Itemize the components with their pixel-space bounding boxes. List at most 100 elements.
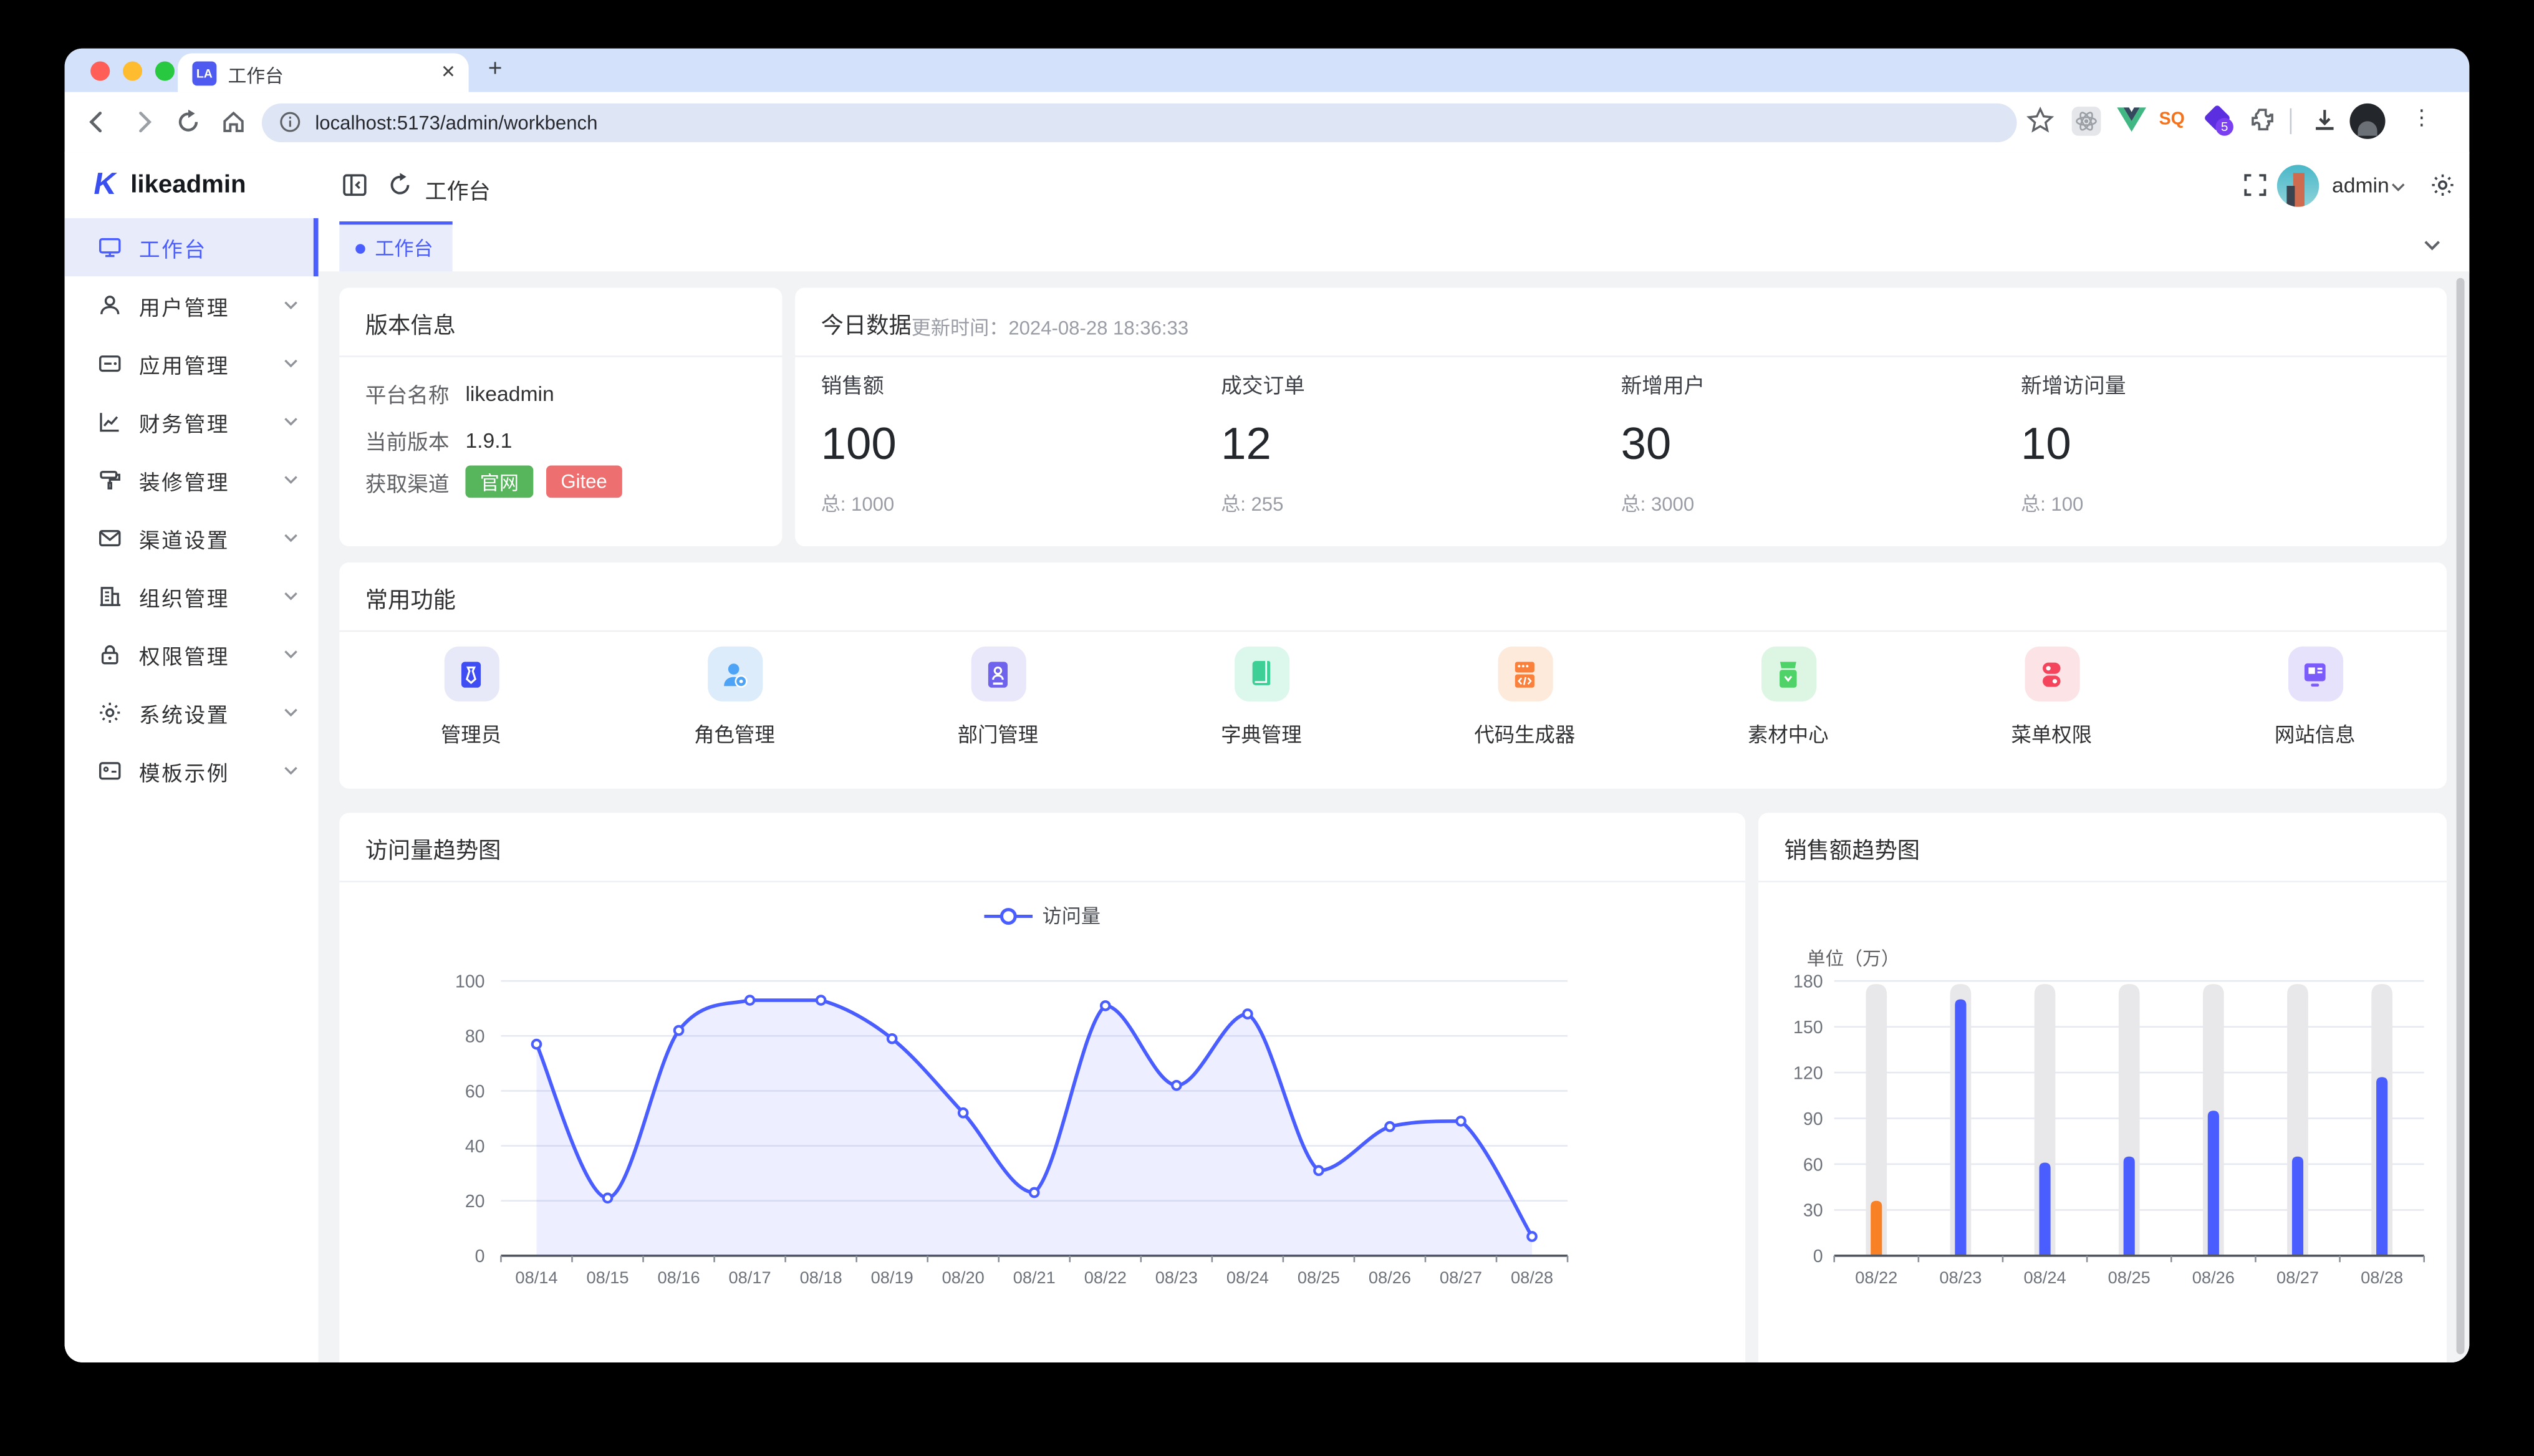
collapse-sidebar-icon[interactable] (341, 171, 369, 199)
app-logo[interactable]: K likeadmin (65, 152, 319, 218)
sidebar-item-finance[interactable]: 财务管理 (65, 393, 319, 451)
minimize-window-button[interactable] (123, 60, 142, 80)
user-avatar[interactable] (2277, 165, 2319, 206)
vue-devtools-icon[interactable] (2117, 107, 2146, 134)
download-icon[interactable] (2311, 107, 2338, 134)
chevron-down-icon (283, 414, 299, 430)
reload-icon[interactable] (175, 108, 202, 136)
sidebar-item-channels[interactable]: 渠道设置 (65, 509, 319, 567)
sidebar-menu: 工作台 用户管理 应用管理 财务管理 (65, 218, 319, 800)
sidebar-item-label: 装修管理 (139, 465, 229, 495)
today-card-title: 今日数据 (821, 309, 912, 341)
svg-text:08/21: 08/21 (1013, 1268, 1056, 1287)
settings-gear-icon[interactable] (2429, 171, 2456, 199)
sidebar-item-decoration[interactable]: 装修管理 (65, 451, 319, 509)
close-tab-icon[interactable]: ✕ (441, 61, 456, 82)
version-card-title: 版本信息 (365, 309, 456, 341)
svg-text:08/26: 08/26 (2192, 1268, 2235, 1287)
svg-text:08/27: 08/27 (2276, 1268, 2319, 1287)
svg-text:08/25: 08/25 (1298, 1268, 1340, 1287)
stat-label: 销售额 (821, 369, 1221, 399)
fullscreen-icon[interactable] (2242, 171, 2269, 199)
visits-card-title: 访问量趋势图 (365, 834, 501, 866)
stat-label: 新增用户 (1621, 369, 2021, 399)
site-info-icon[interactable] (279, 111, 301, 132)
quick-action-label: 角色管理 (694, 718, 775, 748)
stat-value: 30 (1621, 418, 2021, 470)
quick-action-dictionary[interactable]: 字典管理 (1130, 647, 1393, 748)
tabbar-chevron-down-icon[interactable] (2422, 236, 2442, 255)
monitor-icon (97, 234, 123, 260)
menu-dots-icon[interactable]: ⋮ (2411, 105, 2432, 130)
new-tab-button[interactable]: + (488, 55, 503, 82)
stat-new-users: 新增用户 30 总: 3000 (1621, 369, 2021, 517)
username[interactable]: admin (2332, 173, 2389, 197)
svg-text:08/28: 08/28 (2361, 1268, 2403, 1287)
quick-action-materials[interactable]: 素材中心 (1657, 647, 1920, 748)
quick-action-departments[interactable]: 部门管理 (866, 647, 1129, 748)
svg-text:08/27: 08/27 (1440, 1268, 1482, 1287)
main-area: 工作台 admin 工作台 (319, 152, 2470, 1362)
sidebar-item-label: 财务管理 (139, 407, 229, 437)
quick-action-menu-permissions[interactable]: 菜单权限 (1920, 647, 2183, 748)
user-chevron-down-icon[interactable] (2390, 180, 2406, 196)
official-site-button[interactable]: 官网 (465, 465, 533, 498)
extensions-puzzle-icon[interactable] (2250, 107, 2275, 132)
sidebar-item-organization[interactable]: 组织管理 (65, 567, 319, 625)
browser-tab-strip: LA 工作台 ✕ + (65, 49, 2470, 92)
profile-avatar[interactable] (2349, 104, 2385, 139)
url-bar[interactable]: localhost:5173/admin/workbench (262, 103, 2017, 142)
app-card-icon (97, 350, 123, 376)
channel-row: 获取渠道 官网 Gitee (365, 465, 635, 498)
browser-tab[interactable]: LA 工作台 ✕ (178, 54, 469, 92)
lock-icon (97, 642, 123, 667)
app-page: K likeadmin 工作台 用户管理 应用管理 (65, 152, 2470, 1362)
stat-total: 总: 1000 (821, 489, 1221, 517)
sq-extension-icon[interactable]: SQ (2159, 110, 2185, 129)
sidebar-item-settings[interactable]: 系统设置 (65, 683, 319, 741)
forward-icon[interactable] (129, 108, 157, 136)
browser-toolbar: localhost:5173/admin/workbench SQ 5 ⋮ (65, 92, 2470, 153)
close-window-button[interactable] (90, 60, 110, 80)
sidebar-item-workbench[interactable]: 工作台 (65, 218, 319, 276)
today-data-card: 今日数据 更新时间：2024-08-28 18:36:33 销售额 100 总:… (795, 287, 2447, 546)
logo-text: likeadmin (130, 170, 246, 200)
sidebar-item-label: 组织管理 (139, 581, 229, 612)
code-generator-icon (1497, 647, 1552, 701)
back-icon[interactable] (84, 108, 112, 136)
sidebar-item-permissions[interactable]: 权限管理 (65, 625, 319, 683)
sidebar-item-label: 模板示例 (139, 756, 229, 786)
stat-value: 10 (2021, 418, 2421, 470)
react-devtools-icon[interactable] (2072, 107, 2101, 136)
sidebar-item-users[interactable]: 用户管理 (65, 276, 319, 334)
menu-auth-icon (2024, 647, 2079, 701)
quick-action-label: 素材中心 (1748, 718, 1829, 748)
sidebar-item-templates[interactable]: 模板示例 (65, 742, 319, 800)
quick-action-label: 代码生成器 (1474, 718, 1575, 748)
mail-icon (97, 525, 123, 551)
scrollbar-thumb[interactable] (2457, 278, 2465, 1354)
paint-roller-icon (97, 467, 123, 493)
visits-line-chart[interactable]: 02040608010008/1408/1508/1608/1708/1808/… (339, 881, 1745, 1362)
stat-label: 新增访问量 (2021, 369, 2421, 399)
home-icon[interactable] (219, 108, 247, 136)
quick-card-title: 常用功能 (365, 584, 456, 616)
page-tab-workbench[interactable]: 工作台 (339, 221, 452, 271)
sales-bar-chart[interactable]: 030609012015018008/2208/2308/2408/2508/2… (1758, 881, 2447, 1362)
svg-text:120: 120 (1793, 1063, 1823, 1083)
maximize-window-button[interactable] (155, 60, 175, 80)
quick-action-website-info[interactable]: 网站信息 (2184, 647, 2447, 748)
quick-action-code-generator[interactable]: 代码生成器 (1393, 647, 1656, 748)
stats-row: 销售额 100 总: 1000 成交订单 12 总: 255 新增用户 (821, 369, 2421, 517)
sidebar-item-apps[interactable]: 应用管理 (65, 335, 319, 393)
svg-text:08/22: 08/22 (1855, 1268, 1897, 1287)
quick-action-label: 菜单权限 (2011, 718, 2092, 748)
quick-action-admin[interactable]: 管理员 (339, 647, 602, 748)
stat-total: 总: 255 (1221, 489, 1621, 517)
refresh-icon[interactable] (386, 171, 413, 199)
gitee-button[interactable]: Gitee (546, 465, 622, 498)
url-text: localhost:5173/admin/workbench (315, 112, 597, 134)
quick-action-roles[interactable]: 角色管理 (603, 647, 866, 748)
quick-action-label: 字典管理 (1221, 718, 1302, 748)
bookmark-star-icon[interactable] (2026, 107, 2054, 134)
